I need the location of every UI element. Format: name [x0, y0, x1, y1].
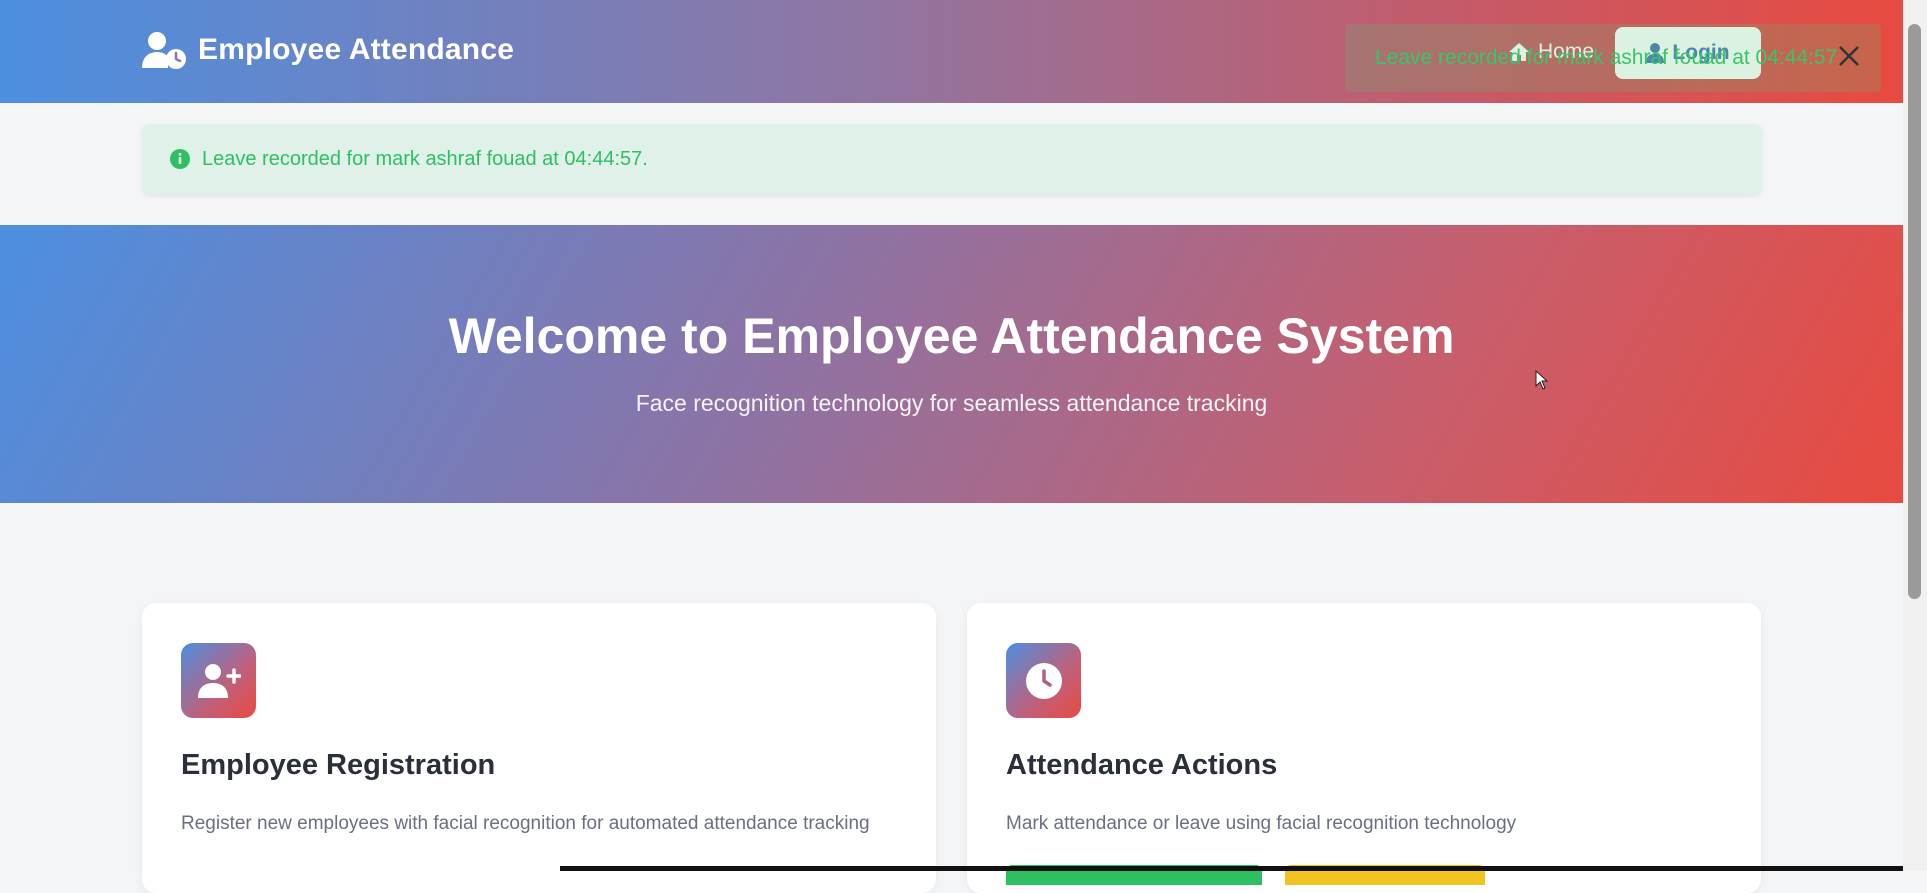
- vertical-scrollbar[interactable]: [1903, 0, 1927, 871]
- success-alert: Leave recorded for mark ashraf fouad at …: [142, 124, 1762, 194]
- top-navbar: Employee Attendance Home Login Leave rec…: [0, 0, 1903, 103]
- card-description: Mark attendance or leave using facial re…: [1006, 813, 1517, 834]
- close-icon[interactable]: [1833, 40, 1865, 72]
- user-plus-icon: [181, 643, 256, 718]
- scrollbar-thumb[interactable]: [1908, 24, 1921, 599]
- toast-message: Leave recorded for mark ashraf fouad at …: [1375, 46, 1838, 69]
- employee-registration-card[interactable]: Employee Registration Register new emplo…: [142, 603, 936, 893]
- hero-banner: Welcome to Employee Attendance System Fa…: [0, 225, 1903, 503]
- card-title: Employee Registration: [181, 749, 496, 781]
- hero-subtitle: Face recognition technology for seamless…: [635, 390, 1268, 416]
- card-description: Register new employees with facial recog…: [181, 813, 870, 834]
- toast-notification: Leave recorded for mark ashraf fouad at …: [1345, 24, 1881, 92]
- user-clock-icon: [142, 32, 186, 69]
- info-circle-icon: [170, 149, 190, 169]
- attendance-actions-card: Attendance Actions Mark attendance or le…: [967, 603, 1761, 893]
- taskbar-edge: [560, 866, 1903, 871]
- card-title: Attendance Actions: [1006, 749, 1278, 781]
- hero-title: Welcome to Employee Attendance System: [448, 308, 1455, 364]
- alert-message: Leave recorded for mark ashraf fouad at …: [202, 147, 648, 170]
- brand[interactable]: Employee Attendance: [140, 30, 514, 70]
- clock-icon: [1006, 643, 1081, 718]
- brand-title: Employee Attendance: [198, 33, 515, 66]
- mouse-cursor-icon: [1535, 370, 1549, 390]
